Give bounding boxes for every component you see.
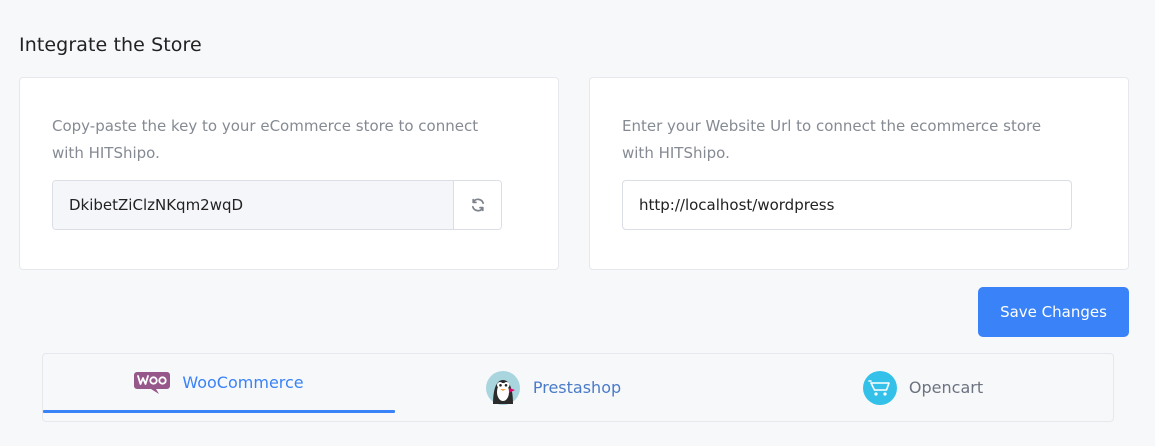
platform-tabs: WooCommerce Prestashop Opencart xyxy=(42,353,1114,422)
active-tab-indicator xyxy=(43,410,395,413)
key-card: Copy-paste the key to your eCommerce sto… xyxy=(19,77,559,270)
tab-prestashop[interactable]: Prestashop xyxy=(453,354,653,421)
url-description: Enter your Website Url to connect the ec… xyxy=(622,117,1042,162)
key-description: Copy-paste the key to your eCommerce sto… xyxy=(52,117,479,162)
refresh-key-button[interactable] xyxy=(453,181,501,229)
website-url-input[interactable] xyxy=(622,180,1072,230)
tab-woocommerce-label: WooCommerce xyxy=(182,373,304,392)
tab-opencart-label: Opencart xyxy=(908,378,984,397)
key-input-group xyxy=(52,180,502,230)
page-title: Integrate the Store xyxy=(19,34,202,56)
save-changes-button[interactable]: Save Changes xyxy=(978,287,1129,337)
refresh-icon xyxy=(471,198,484,212)
tab-prestashop-label: Prestashop xyxy=(532,378,622,397)
opencart-logo-icon xyxy=(862,370,897,405)
url-card: Enter your Website Url to connect the ec… xyxy=(589,77,1129,270)
tab-woocommerce[interactable]: WooCommerce xyxy=(43,354,395,421)
woocommerce-logo-icon xyxy=(134,371,171,394)
prestashop-logo-icon xyxy=(485,370,520,405)
store-key-input[interactable] xyxy=(53,181,453,229)
tab-opencart[interactable]: Opencart xyxy=(823,354,1023,421)
